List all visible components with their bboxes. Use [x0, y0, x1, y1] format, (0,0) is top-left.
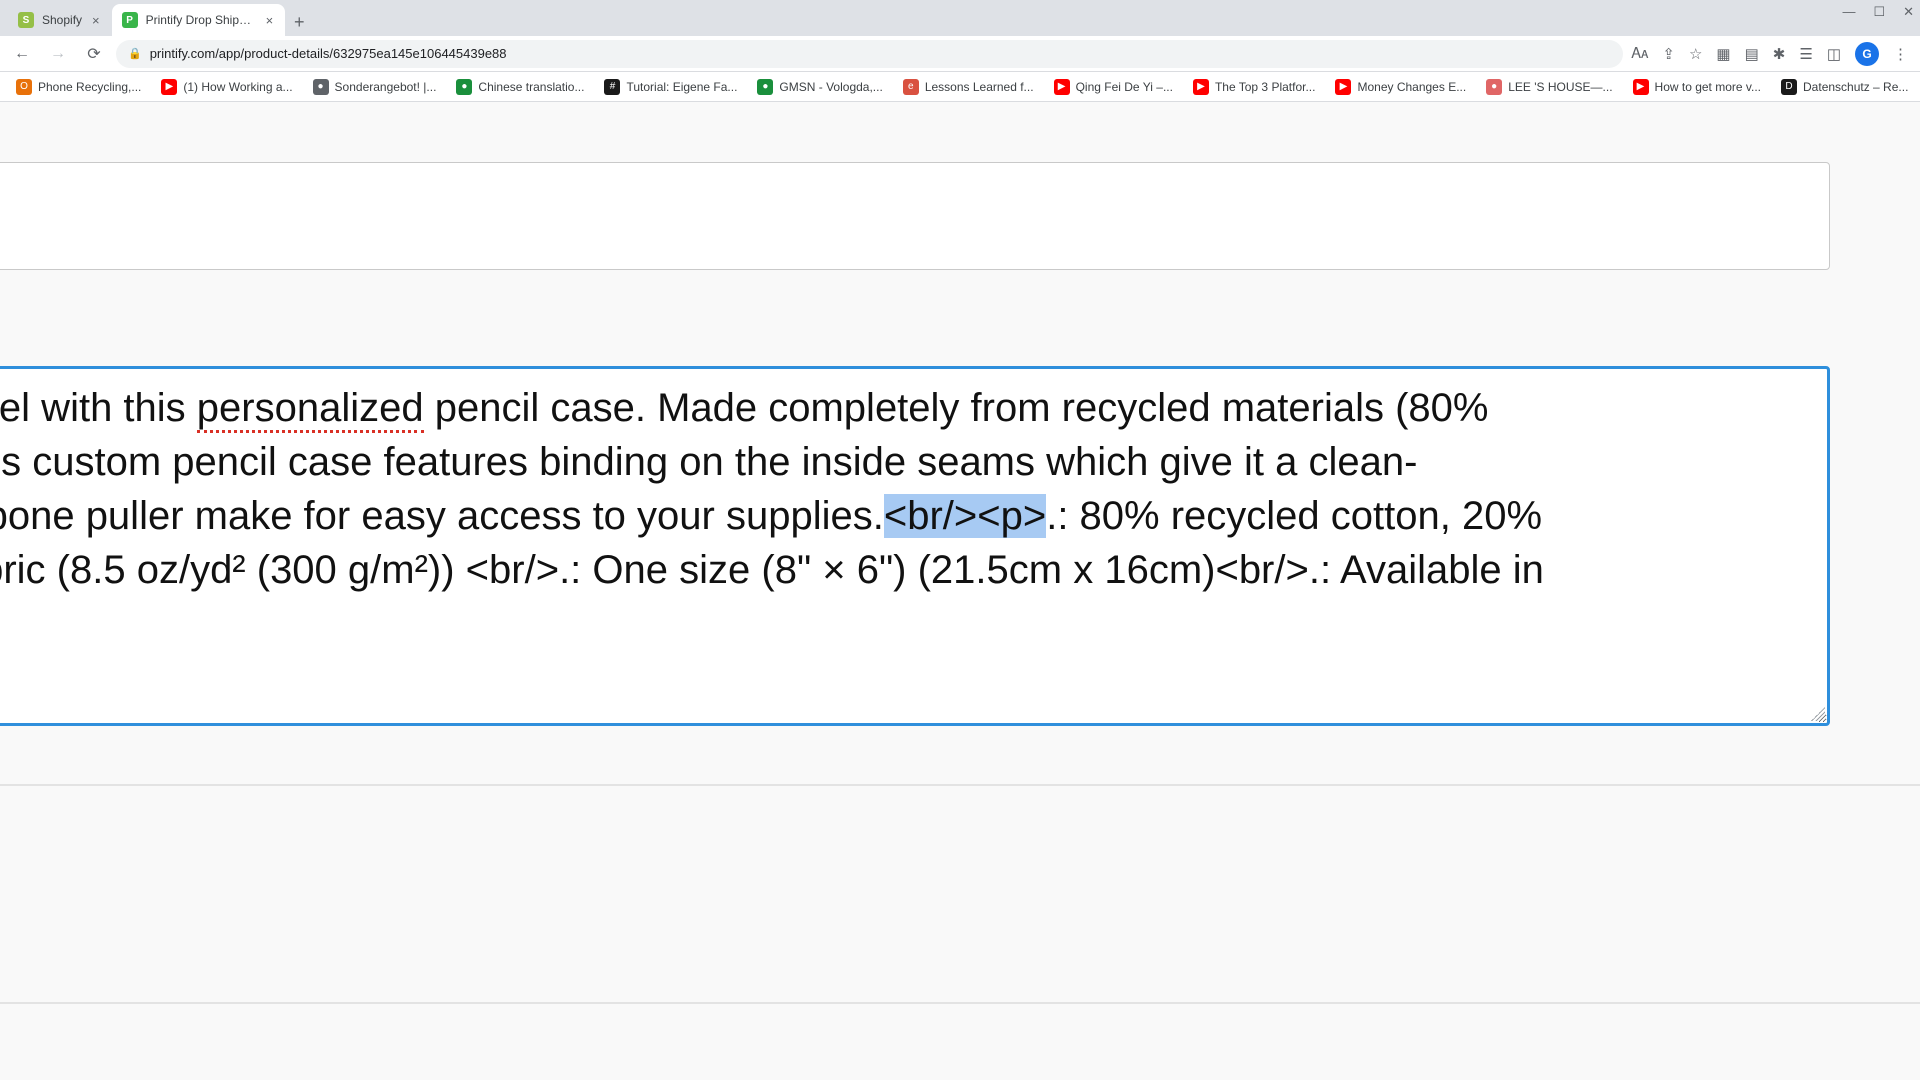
- bookmark-favicon: O: [16, 79, 32, 95]
- bookmark-favicon: ▶: [1335, 79, 1351, 95]
- bookmark-favicon: ▶: [1054, 79, 1070, 95]
- bookmark-item[interactable]: ● Chinese translatio...: [448, 75, 592, 99]
- bookmark-favicon: e: [903, 79, 919, 95]
- toolbar-right: 🗛 ⇪ ☆ ▦ ▤ ✱ ☰ ◫ G ⋮: [1631, 42, 1912, 66]
- bookmark-item[interactable]: # Tutorial: Eigene Fa...: [596, 75, 745, 99]
- tab-shopify[interactable]: S Shopify ×: [8, 4, 112, 36]
- window-controls: — ☐ ✕: [1842, 4, 1914, 20]
- window-close[interactable]: ✕: [1903, 4, 1914, 20]
- lock-icon: 🔒: [128, 47, 142, 60]
- nav-forward[interactable]: →: [44, 40, 72, 68]
- bookmark-label: LEE 'S HOUSE—...: [1508, 80, 1612, 94]
- window-maximize[interactable]: ☐: [1873, 4, 1885, 20]
- bookmark-item[interactable]: ● LEE 'S HOUSE—...: [1478, 75, 1620, 99]
- description-text: o the next level with this: [0, 386, 197, 430]
- bookmark-label: The Top 3 Platfor...: [1215, 80, 1316, 94]
- description-text: pencil case. Made completely from recycl…: [424, 386, 1489, 430]
- bookmark-label: Sonderangebot! |...: [335, 80, 437, 94]
- share-icon[interactable]: ⇪: [1662, 45, 1675, 63]
- bookmark-star-icon[interactable]: ☆: [1689, 45, 1702, 63]
- nav-back[interactable]: ←: [8, 40, 36, 68]
- tab-close[interactable]: ×: [264, 13, 276, 28]
- bookmark-favicon: ▶: [1633, 79, 1649, 95]
- description-text: polyester), this custom pencil case feat…: [0, 440, 1417, 484]
- tab-printify[interactable]: P Printify Drop Shipping Print o ×: [112, 4, 286, 36]
- bookmark-item[interactable]: ▶ Money Changes E...: [1327, 75, 1474, 99]
- bookmark-label: GMSN - Vologda,...: [779, 80, 882, 94]
- apps-icon[interactable]: ▦: [1716, 45, 1730, 63]
- bookmark-favicon: ▶: [161, 79, 177, 95]
- bookmark-item[interactable]: O Phone Recycling,...: [8, 75, 149, 99]
- translate-icon[interactable]: 🗛: [1631, 45, 1648, 62]
- bookmark-item[interactable]: ● GMSN - Vologda,...: [749, 75, 890, 99]
- profile-avatar[interactable]: G: [1855, 42, 1879, 66]
- product-title-input[interactable]: [0, 162, 1830, 270]
- toolbar: ← → ⟳ 🔒 printify.com/app/product-details…: [0, 36, 1920, 72]
- page-content: o the next level with this personalized …: [0, 102, 1920, 1080]
- new-tab-button[interactable]: +: [285, 8, 313, 36]
- bookmark-item[interactable]: ▶ How to get more v...: [1625, 75, 1769, 99]
- bookmark-label: How to get more v...: [1655, 80, 1761, 94]
- bookmarks-bar: O Phone Recycling,... ▶ (1) How Working a..…: [0, 72, 1920, 102]
- extensions-icon[interactable]: ✱: [1773, 45, 1786, 63]
- nav-reload[interactable]: ⟳: [80, 40, 108, 68]
- text-selection: <br/><p>: [884, 494, 1046, 538]
- tab-strip: S Shopify × P Printify Drop Shipping Pri…: [0, 0, 1920, 36]
- url-text: printify.com/app/product-details/632975e…: [150, 46, 507, 61]
- product-description-textarea[interactable]: o the next level with this personalized …: [0, 366, 1830, 726]
- bookmark-item[interactable]: e Lessons Learned f...: [895, 75, 1042, 99]
- window-minimize[interactable]: —: [1842, 4, 1855, 20]
- textarea-resize-handle[interactable]: [1811, 707, 1825, 721]
- omnibox[interactable]: 🔒 printify.com/app/product-details/63297…: [116, 40, 1623, 68]
- bookmark-label: Lessons Learned f...: [925, 80, 1034, 94]
- reading-list-icon[interactable]: ☰: [1799, 45, 1812, 63]
- bookmark-favicon: ▶: [1193, 79, 1209, 95]
- favicon-printify: P: [122, 12, 138, 28]
- bookmark-label: Money Changes E...: [1357, 80, 1466, 94]
- bookmark-item[interactable]: ▶ (1) How Working a...: [153, 75, 300, 99]
- bookmark-item[interactable]: D Datenschutz – Re...: [1773, 75, 1916, 99]
- browser-chrome: — ☐ ✕ S Shopify × P Printify Drop Shippi…: [0, 0, 1920, 102]
- spellcheck-underline: personalized: [197, 386, 424, 433]
- bookmark-item[interactable]: ▶ The Top 3 Platfor...: [1185, 75, 1324, 99]
- description-text: um-heavy fabric (8.5 oz/yd² (300 g/m²)) …: [0, 548, 1544, 592]
- description-text: .: 80% recycled cotton, 20%: [1046, 494, 1542, 538]
- tab-label: Printify Drop Shipping Print o: [146, 13, 256, 27]
- tab-label: Shopify: [42, 13, 82, 27]
- section-divider: [0, 1002, 1920, 1004]
- tab-close[interactable]: ×: [90, 13, 102, 28]
- bookmark-label: Phone Recycling,...: [38, 80, 141, 94]
- bookmark-item[interactable]: ● Sonderangebot! |...: [305, 75, 445, 99]
- section-divider: [0, 784, 1920, 786]
- bookmark-favicon: ●: [1486, 79, 1502, 95]
- description-text: h the herringbone puller make for easy a…: [0, 494, 884, 538]
- panel-icon[interactable]: ▤: [1745, 45, 1759, 63]
- bookmark-label: Datenschutz – Re...: [1803, 80, 1908, 94]
- bookmark-label: (1) How Working a...: [183, 80, 292, 94]
- bookmark-favicon: ●: [313, 79, 329, 95]
- bookmark-label: Chinese translatio...: [478, 80, 584, 94]
- side-panel-icon[interactable]: ◫: [1827, 45, 1841, 63]
- bookmark-item[interactable]: ▶ Qing Fei De Yi –...: [1046, 75, 1181, 99]
- bookmark-favicon: ●: [456, 79, 472, 95]
- bookmark-favicon: #: [604, 79, 620, 95]
- bookmark-label: Tutorial: Eigene Fa...: [626, 80, 737, 94]
- bookmark-favicon: D: [1781, 79, 1797, 95]
- favicon-shopify: S: [18, 12, 34, 28]
- bookmark-label: Qing Fei De Yi –...: [1076, 80, 1173, 94]
- chrome-menu-icon[interactable]: ⋮: [1893, 45, 1908, 63]
- bookmark-favicon: ●: [757, 79, 773, 95]
